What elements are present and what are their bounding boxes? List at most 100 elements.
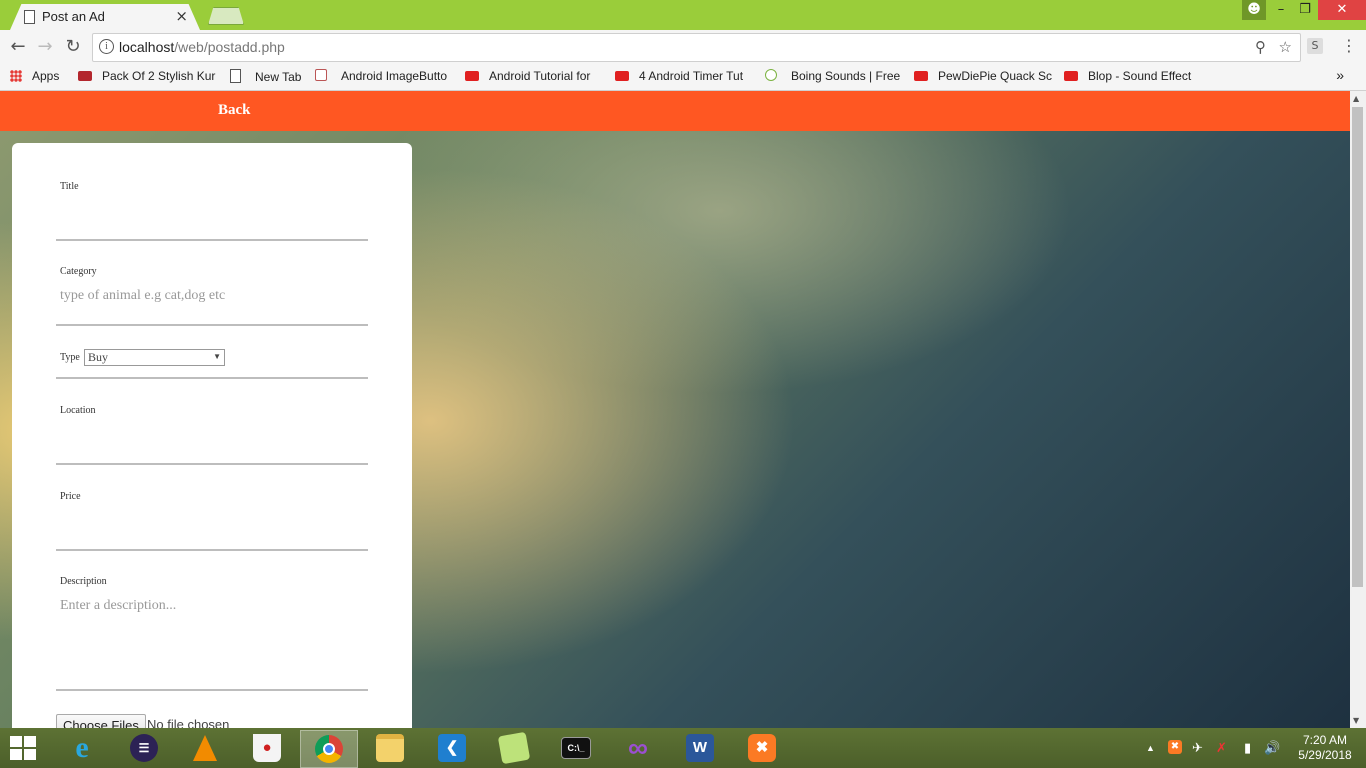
bookmark-label: Blop - Sound Effect (1088, 69, 1192, 83)
bookmark-label: Android ImageButto (341, 69, 448, 83)
taskbar-chrome[interactable] (300, 730, 358, 768)
price-label: Price (60, 491, 81, 502)
page-content: Back Title Category Type Buy ▼ Location … (0, 91, 1350, 728)
bookmark-item[interactable]: Android Tutorial for (465, 69, 601, 83)
xampp-icon: ✖ (748, 734, 776, 762)
extension-icon[interactable]: S (1307, 38, 1323, 54)
post-ad-form: Title Category Type Buy ▼ Location Price (12, 143, 412, 728)
folder-icon (376, 734, 404, 762)
windows-start-icon[interactable] (10, 736, 36, 760)
youtube-icon (914, 71, 928, 81)
taskbar-command-prompt[interactable]: C:\_ (548, 730, 604, 766)
alert-tray-icon[interactable]: ✗ (1216, 740, 1227, 756)
taskbar-visual-studio[interactable]: ∞ (610, 730, 666, 766)
apps-grid-icon (10, 70, 22, 82)
youtube-icon (1064, 71, 1078, 81)
taskbar-xampp[interactable]: ✖ (734, 730, 790, 766)
taskbar-vlc[interactable] (177, 730, 233, 766)
clock-date: 5/29/2018 (1298, 748, 1352, 762)
sound-icon (765, 69, 777, 81)
site-navbar: Back (0, 91, 1350, 131)
taskbar-vs-code[interactable]: ❮ (424, 730, 480, 766)
bookmark-item[interactable]: 4 Android Timer Tut (615, 69, 753, 83)
location-input[interactable] (60, 427, 360, 443)
bookmark-label: Android Tutorial for (489, 69, 591, 83)
site-info-icon[interactable]: i (99, 39, 114, 54)
bookmark-star-icon[interactable]: ☆ (1279, 38, 1292, 56)
cmd-icon: C:\_ (561, 737, 591, 759)
url-host: localhost (119, 39, 175, 55)
internet-explorer-icon: e (75, 731, 89, 764)
sticky-notes-icon (497, 731, 531, 765)
choose-files-button[interactable]: Choose Files (56, 714, 146, 728)
user-profile-icon[interactable]: ☻ (1242, 0, 1266, 20)
scrollbar-thumb[interactable] (1352, 107, 1363, 587)
taskbar-popcorn-time[interactable]: ● (239, 730, 295, 766)
network-tray-icon[interactable]: ✈ (1192, 740, 1203, 756)
price-input[interactable] (60, 513, 360, 529)
clock-time: 7:20 AM (1302, 733, 1348, 747)
tray-expand-icon[interactable]: ▲ (1146, 743, 1155, 753)
word-icon: W (686, 734, 714, 762)
title-input[interactable] (60, 203, 360, 219)
bookmark-label: 4 Android Timer Tut (639, 69, 744, 83)
system-clock[interactable]: 7:20 AM 5/29/2018 (1290, 733, 1360, 763)
volume-icon[interactable]: 🔊 (1264, 740, 1280, 756)
bookmark-label: Apps (32, 69, 60, 83)
bookmark-label: Pack Of 2 Stylish Kur (102, 69, 216, 83)
battery-icon[interactable]: ▮ (1244, 740, 1251, 756)
page-icon (230, 69, 241, 83)
back-link[interactable]: Back (218, 102, 251, 119)
bookmark-label: New Tab (255, 70, 302, 84)
tab-close-icon[interactable]: × (175, 7, 188, 25)
forward-arrow-icon[interactable]: → (33, 36, 57, 58)
bookmark-label: PewDiePie Quack Sc (938, 69, 1052, 83)
scroll-up-icon[interactable]: ▲ (1353, 94, 1359, 103)
scroll-down-icon[interactable]: ▼ (1353, 716, 1359, 725)
price-field: Price (56, 491, 368, 551)
location-field: Location (56, 405, 368, 465)
page-scrollbar[interactable]: ▲ ▼ (1350, 91, 1366, 728)
popcorn-icon: ● (253, 734, 281, 762)
shop-icon (78, 71, 92, 81)
chevron-down-icon: ▼ (213, 352, 221, 361)
location-label: Location (60, 405, 96, 416)
url-text[interactable]: localhost/web/postadd.php (119, 39, 285, 55)
tab-content: Post an Ad × (10, 4, 200, 30)
zoom-icon[interactable]: ⚲ (1255, 38, 1266, 56)
xampp-tray-icon[interactable]: ✖ (1168, 740, 1182, 754)
more-bookmarks-icon[interactable]: » (1336, 67, 1344, 83)
page-icon (24, 10, 35, 24)
type-select[interactable]: Buy ▼ (84, 349, 225, 366)
chrome-icon (315, 735, 343, 763)
reload-icon[interactable]: ↻ (61, 36, 85, 58)
taskbar-sticky-notes[interactable] (486, 730, 542, 766)
youtube-icon (465, 71, 479, 81)
title-field: Title (56, 181, 368, 241)
bookmark-item[interactable]: Boing Sounds | Free (765, 69, 901, 83)
bookmark-label: Boing Sounds | Free (791, 69, 901, 83)
taskbar-internet-explorer[interactable]: e (54, 730, 110, 766)
taskbar-word[interactable]: W (672, 730, 728, 766)
bookmark-item[interactable]: Pack Of 2 Stylish Kur (78, 69, 216, 83)
description-textarea[interactable] (60, 598, 360, 678)
description-label: Description (60, 576, 107, 587)
bookmark-item[interactable]: Android ImageButto (315, 69, 453, 83)
bookmark-item[interactable]: Blop - Sound Effect (1064, 69, 1202, 83)
title-label: Title (60, 181, 79, 192)
bookmarks-bar: Apps Pack Of 2 Stylish Kur New Tab Andro… (0, 64, 1366, 91)
maximize-button[interactable]: ❐ (1290, 0, 1320, 20)
new-tab-button[interactable] (208, 7, 244, 25)
back-arrow-icon[interactable]: ← (6, 36, 30, 58)
close-window-button[interactable]: ✕ (1318, 0, 1366, 20)
address-bar[interactable]: i localhost/web/postadd.php ⚲ ☆ (92, 33, 1301, 62)
bookmark-item[interactable]: New Tab (230, 69, 301, 84)
taskbar-file-explorer[interactable] (362, 730, 418, 766)
category-input[interactable] (60, 288, 360, 304)
chrome-menu-icon[interactable]: ⋮ (1341, 36, 1357, 55)
bookmark-apps[interactable]: Apps (10, 69, 59, 83)
android-icon (315, 69, 327, 81)
vlc-icon (193, 735, 217, 761)
taskbar-eclipse[interactable]: ☰ (116, 730, 172, 766)
bookmark-item[interactable]: PewDiePie Quack Sc (914, 69, 1052, 83)
